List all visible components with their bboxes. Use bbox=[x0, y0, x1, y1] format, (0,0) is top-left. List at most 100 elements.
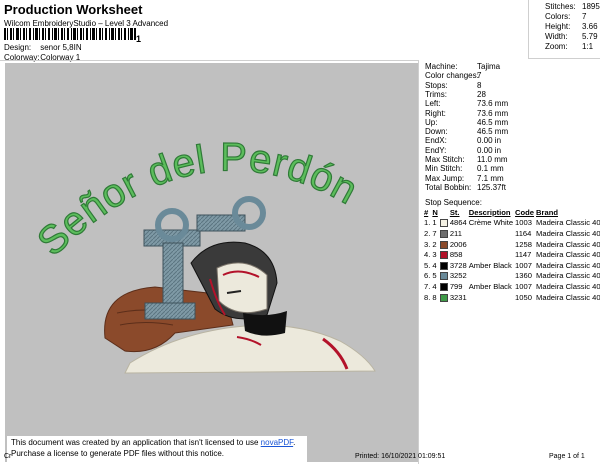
description-cell bbox=[469, 271, 515, 282]
colors-row: Colors: 7 bbox=[545, 12, 587, 21]
row-index-cell: 3. bbox=[424, 239, 431, 249]
stitches-cell: 2006 bbox=[449, 239, 467, 249]
page-title: Production Worksheet bbox=[4, 2, 143, 17]
barcode-number: 1 bbox=[136, 34, 142, 44]
brand-cell: Madeira Classic 40 bbox=[536, 250, 600, 260]
description-cell: Crème White bbox=[468, 218, 514, 228]
color-swatch bbox=[439, 282, 448, 291]
swatch-cell bbox=[439, 292, 450, 303]
row-index-cell: 5. bbox=[424, 260, 431, 270]
design-preview: Señor del Perdón bbox=[5, 63, 418, 462]
description-cell bbox=[469, 239, 515, 250]
needle-cell: 3 bbox=[432, 250, 437, 260]
table-row: 3. 2 2006 1258 Madeira Classic 40 bbox=[424, 239, 600, 250]
color-swatch bbox=[439, 251, 448, 260]
code-cell: 1258 bbox=[515, 239, 532, 249]
table-row: 5. 4 3728 Amber Black 1007 Madeira Classic 40 bbox=[424, 260, 600, 271]
machine-info-label: Left: bbox=[425, 99, 441, 109]
page-number: Page 1 of 1 bbox=[549, 453, 585, 460]
machine-info-row: Left: 73.6 mm bbox=[425, 99, 508, 108]
row-index-cell: 1. bbox=[424, 218, 431, 228]
machine-info-value: 46.5 mm bbox=[477, 127, 509, 137]
machine-info-value: 125.37ft bbox=[477, 182, 506, 192]
machine-info-label: Machine: bbox=[425, 62, 458, 71]
machine-info-row: Machine: Tajima bbox=[425, 62, 500, 71]
machine-info-label: Color changes: bbox=[425, 71, 479, 81]
table-row: 1. 1 4864 Crème White 1003 Madeira Classic 40 bbox=[424, 218, 600, 229]
needle-cell: 7 bbox=[432, 228, 437, 238]
zoom-row: Zoom: 1:1 bbox=[545, 42, 594, 51]
color-swatch bbox=[439, 229, 448, 238]
machine-info-row: Color changes:7 bbox=[425, 71, 481, 80]
color-swatch bbox=[439, 261, 448, 270]
machine-info-label: Up: bbox=[425, 117, 438, 127]
code-cell: 1003 bbox=[515, 218, 532, 228]
design-row: Design: senor 5,8IN bbox=[4, 43, 82, 52]
design-label: Design: bbox=[4, 43, 32, 52]
stitches-cell: 3231 bbox=[449, 292, 467, 302]
machine-info-label: EndX: bbox=[425, 136, 447, 146]
brand-cell: Madeira Classic 40 bbox=[536, 260, 600, 270]
description-cell bbox=[469, 249, 515, 260]
table-row: 4. 3 858 1147 Madeira Classic 40 bbox=[424, 249, 600, 260]
row-index-cell: 7. bbox=[424, 281, 431, 291]
color-swatch bbox=[439, 240, 448, 249]
stitches-cell: 4864 bbox=[449, 218, 467, 228]
machine-info-value: 7.1 mm bbox=[477, 173, 504, 183]
col-needle: N bbox=[432, 207, 438, 217]
machine-info-label: Trims: bbox=[425, 89, 447, 99]
machine-info-label: Down: bbox=[425, 127, 448, 137]
brand-cell: Madeira Classic 40 bbox=[536, 218, 600, 228]
brand-cell: Madeira Classic 40 bbox=[536, 281, 600, 291]
swatch-cell bbox=[439, 249, 450, 260]
machine-info-label: Total Bobbin: bbox=[425, 182, 472, 192]
machine-info-value: 0.1 mm bbox=[477, 164, 504, 174]
height-row: Height:3.66 in bbox=[545, 22, 600, 31]
col-description: Description bbox=[468, 207, 511, 217]
brand-cell: Madeira Classic 40 bbox=[536, 228, 600, 238]
license-notice: This document was created by an applicat… bbox=[7, 436, 307, 462]
barcode bbox=[4, 28, 136, 40]
brand-cell: Madeira Classic 40 bbox=[536, 239, 600, 249]
table-row: 6. 5 3252 1360 Madeira Classic 40 bbox=[424, 271, 600, 282]
stitches-cell: 3728 bbox=[449, 260, 467, 270]
color-swatch bbox=[439, 219, 448, 228]
machine-info-row: Down: 46.5 mm bbox=[425, 127, 508, 136]
stop-sequence-title: Stop Sequence: bbox=[425, 198, 482, 207]
machine-info-value: 46.5 mm bbox=[477, 117, 509, 127]
machine-info-value: 8 bbox=[477, 80, 482, 90]
machine-info-row: Max Jump: 7.1 mm bbox=[425, 174, 504, 183]
swatch-cell bbox=[439, 228, 450, 239]
machine-info-row: Stops: 8 bbox=[425, 81, 481, 90]
needle-cell: 4 bbox=[432, 281, 437, 291]
novapdf-link[interactable]: novaPDF bbox=[261, 438, 293, 447]
stitches-cell: 211 bbox=[449, 228, 462, 238]
code-cell: 1007 bbox=[515, 260, 532, 270]
machine-info-value: 11.0 mm bbox=[477, 155, 508, 164]
machine-info-value: Tajima bbox=[477, 62, 501, 71]
machine-info-value: 0.00 in bbox=[477, 136, 502, 146]
stitches-row: Stitches:18951 bbox=[545, 2, 600, 11]
stitches-cell: 858 bbox=[449, 250, 463, 260]
embroidery-design: Señor del Perdón bbox=[29, 135, 376, 374]
col-code: Code bbox=[515, 207, 535, 217]
machine-info-row: Total Bobbin: 125.37ft bbox=[425, 183, 506, 192]
stitches-cell: 799 bbox=[449, 281, 463, 291]
machine-info-row: Trims: 28 bbox=[425, 90, 486, 99]
col-brand: Brand bbox=[536, 207, 558, 217]
code-cell: 1360 bbox=[515, 271, 532, 281]
software-name: Wilcom EmbroideryStudio – Level 3 Advanc… bbox=[4, 19, 169, 28]
machine-info-value: 0.00 in bbox=[477, 145, 502, 155]
row-index-cell: 2. bbox=[424, 228, 431, 238]
needle-cell: 1 bbox=[432, 218, 437, 228]
needle-cell: 8 bbox=[432, 292, 437, 302]
row-index-cell: 6. bbox=[424, 271, 431, 281]
table-row: 8. 8 3231 1050 Madeira Classic 40 bbox=[424, 292, 600, 303]
design-info-box: Stitches:18951 Colors:7 Height:3.66 in W… bbox=[528, 0, 600, 59]
description-cell: Amber Black bbox=[468, 281, 512, 291]
swatch-cell bbox=[439, 239, 450, 250]
machine-info-value: 73.6 mm bbox=[477, 99, 509, 109]
code-cell: 1164 bbox=[515, 228, 532, 238]
needle-cell: 2 bbox=[432, 239, 437, 249]
machine-info-row: Max Stitch: 11.0 mm bbox=[425, 155, 508, 164]
